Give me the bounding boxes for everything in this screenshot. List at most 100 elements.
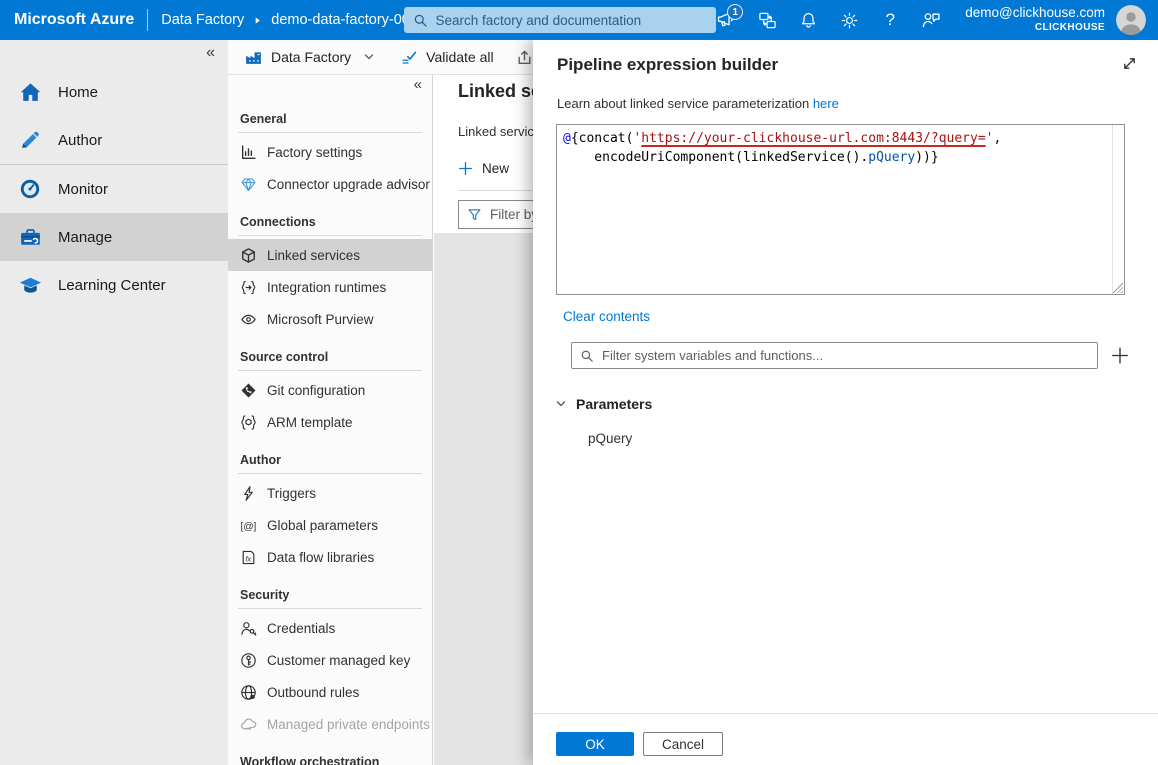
resource-switch-icon[interactable]: [757, 10, 777, 30]
linked-services-page: Linked se Linked servic New: [434, 75, 533, 233]
expand-panel-icon[interactable]: [1121, 55, 1138, 72]
functions-filter-row: [571, 342, 1158, 369]
midnav-item-label: ARM template: [267, 415, 353, 430]
home-icon: [17, 79, 43, 105]
managed-private-endpoints-icon: [240, 716, 257, 733]
midnav-item-connector-upgrade-advisor[interactable]: Connector upgrade advisor: [228, 168, 432, 200]
global-parameters-icon: [@]: [240, 517, 257, 534]
editor-scrollbar[interactable]: [1112, 125, 1113, 294]
editor-resize-grip-icon[interactable]: [1112, 282, 1123, 293]
breadcrumb-factory-name[interactable]: demo-data-factory-00: [271, 12, 403, 28]
global-search-box[interactable]: [404, 7, 717, 33]
leftnav-item-author[interactable]: Author: [0, 116, 228, 164]
learning-center-icon: [17, 272, 43, 298]
midnav-item-global-parameters[interactable]: [@]Global parameters: [228, 509, 432, 541]
leftnav-item-learning-center[interactable]: Learning Center: [0, 261, 228, 309]
collapse-midnav-icon[interactable]: «: [414, 76, 422, 93]
azure-brand[interactable]: Microsoft Azure: [14, 11, 134, 29]
subtitle-text: Learn about linked service parameterizat…: [557, 96, 813, 111]
midnav-item-outbound-rules[interactable]: Outbound rules: [228, 676, 432, 708]
breadcrumb-product[interactable]: Data Factory: [161, 12, 244, 28]
pipeline-expression-builder-panel: Pipeline expression builder Learn about …: [533, 40, 1158, 765]
midnav-item-data-flow-libraries[interactable]: fxData flow libraries: [228, 541, 432, 573]
functions-filter-box[interactable]: [571, 342, 1098, 369]
validate-all-label: Validate all: [426, 49, 493, 65]
leftnav-item-label: Learning Center: [58, 277, 166, 294]
parameter-item-pquery[interactable]: pQuery: [588, 431, 1158, 446]
avatar[interactable]: [1116, 5, 1146, 35]
leftnav-item-home[interactable]: Home: [0, 68, 228, 116]
midnav-section-author: Author: [228, 438, 432, 473]
midnav-item-label: Customer managed key: [267, 653, 410, 668]
midnav-item-label: Connector upgrade advisor: [267, 177, 430, 192]
help-icon[interactable]: ?: [880, 10, 900, 30]
midnav-item-label: Integration runtimes: [267, 280, 386, 295]
midnav-item-integration-runtimes[interactable]: Integration runtimes: [228, 271, 432, 303]
midnav-section-source-control: Source control: [228, 335, 432, 370]
bell-icon[interactable]: [798, 10, 818, 30]
git-icon: [240, 382, 257, 399]
dataflow-libraries-icon: fx: [240, 549, 257, 566]
parameters-toggle[interactable]: Parameters: [555, 396, 1158, 412]
integration-runtimes-icon: [240, 279, 257, 296]
chevron-down-icon: [555, 398, 567, 410]
panel-subtitle: Learn about linked service parameterizat…: [557, 96, 1134, 111]
leftnav-item-manage[interactable]: Manage: [0, 213, 228, 261]
midnav-section-divider: [238, 473, 422, 474]
midnav-item-triggers[interactable]: Triggers: [228, 477, 432, 509]
midnav-item-microsoft-purview[interactable]: Microsoft Purview: [228, 303, 432, 335]
connector-upgrade-icon: [240, 176, 257, 193]
add-expression-icon[interactable]: [1111, 347, 1129, 365]
learn-more-link[interactable]: here: [813, 96, 839, 111]
factory-switcher-label[interactable]: Data Factory: [271, 49, 351, 65]
midnav-item-customer-managed-key[interactable]: Customer managed key: [228, 644, 432, 676]
functions-filter-input[interactable]: [602, 348, 1089, 363]
midnav-item-label: Git configuration: [267, 383, 365, 398]
notifications-megaphone-icon[interactable]: 1: [716, 10, 736, 30]
leftnav-item-label: Monitor: [58, 181, 108, 198]
purview-icon: [240, 311, 257, 328]
svg-text:[@]: [@]: [241, 521, 257, 532]
validate-all-button[interactable]: Validate all: [401, 49, 493, 66]
feedback-icon[interactable]: [921, 10, 941, 30]
midnav-item-label: Outbound rules: [267, 685, 359, 700]
global-search-input[interactable]: [436, 13, 708, 28]
leftnav-item-monitor[interactable]: Monitor: [0, 165, 228, 213]
ok-button[interactable]: OK: [556, 732, 634, 756]
new-button[interactable]: New: [458, 161, 533, 176]
midnav-item-factory-settings[interactable]: Factory settings: [228, 136, 432, 168]
arm-template-icon: [240, 414, 257, 431]
chevron-down-icon[interactable]: [363, 51, 375, 63]
svg-text:fx: fx: [245, 554, 251, 563]
collapse-leftnav-icon[interactable]: «: [206, 44, 215, 62]
code-line: @{concat('https://your-clickhouse-url.co…: [563, 129, 1104, 148]
gear-icon[interactable]: [839, 10, 859, 30]
midnav-item-label: Managed private endpoints: [267, 717, 430, 732]
leftnav-item-label: Home: [58, 84, 98, 101]
leftnav-item-label: Author: [58, 132, 102, 149]
midnav-item-label: Linked services: [267, 248, 360, 263]
leftnav-list: Home Author Monitor Manage Learning Center: [0, 68, 228, 309]
triggers-icon: [240, 485, 257, 502]
content-divider: [458, 190, 533, 191]
account-info[interactable]: demo@clickhouse.com CLICKHOUSE: [965, 5, 1105, 35]
expression-editor[interactable]: @{concat('https://your-clickhouse-url.co…: [556, 124, 1125, 295]
page-description: Linked servic: [458, 124, 533, 139]
midnav-item-credentials[interactable]: Credentials: [228, 612, 432, 644]
midnav-section-security: Security: [228, 573, 432, 608]
cancel-button[interactable]: Cancel: [643, 732, 723, 756]
midnav-item-label: Credentials: [267, 621, 335, 636]
filter-funnel-icon: [467, 207, 482, 222]
filter-by-input[interactable]: [490, 207, 533, 222]
publish-icon[interactable]: [516, 49, 533, 66]
midnav-item-linked-services[interactable]: Linked services: [228, 239, 432, 271]
manage-icon: [17, 224, 43, 250]
user-email: demo@clickhouse.com: [965, 5, 1105, 20]
midnav-item-arm-template[interactable]: ARM template: [228, 406, 432, 438]
clear-contents-link[interactable]: Clear contents: [563, 309, 650, 324]
outbound-rules-icon: [240, 684, 257, 701]
new-button-label: New: [482, 161, 509, 176]
author-icon: [17, 127, 43, 153]
filter-by-box[interactable]: [458, 200, 533, 229]
midnav-item-git-configuration[interactable]: Git configuration: [228, 374, 432, 406]
